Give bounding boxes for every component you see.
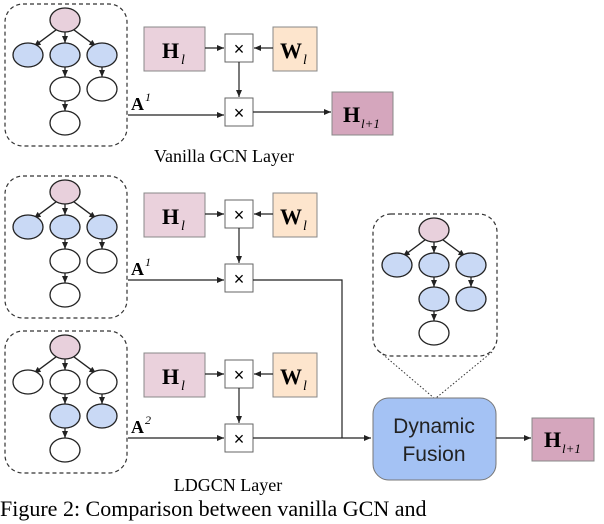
graph-edge bbox=[70, 199, 97, 219]
vanilla-out-label: H bbox=[343, 102, 360, 127]
ldgcn1-w-sub: l bbox=[303, 219, 307, 234]
ldgcn2-h-label: H bbox=[162, 364, 179, 389]
graph-edge bbox=[70, 27, 97, 47]
graph-node bbox=[86, 369, 118, 395]
ldgcn-caption: LDGCN Layer bbox=[174, 475, 282, 495]
vanilla-h-label: H bbox=[162, 38, 179, 63]
ldgcn1-w-label: W bbox=[280, 204, 302, 229]
ldgcn2-mult-1-symbol: × bbox=[234, 365, 245, 385]
ldgcn1-h-sub: l bbox=[181, 219, 185, 234]
diagram-canvas: H l W l × × A 1 H l+1 Vanilla GCN Layer … bbox=[4, 3, 595, 495]
graph-node bbox=[86, 42, 118, 68]
ldgcn1-mult-2-symbol: × bbox=[234, 269, 245, 289]
graph-node bbox=[86, 76, 118, 102]
graph-edge bbox=[33, 27, 60, 47]
graph-node bbox=[12, 369, 44, 395]
vanilla-h-sub: l bbox=[181, 53, 185, 68]
vanilla-w-sub: l bbox=[303, 53, 307, 68]
fused-graph bbox=[381, 217, 487, 346]
dynamic-fusion-box bbox=[372, 397, 497, 481]
graph-node bbox=[418, 320, 450, 346]
graph-node bbox=[49, 437, 81, 463]
fusion-label-line2: Fusion bbox=[402, 443, 465, 466]
graph-node bbox=[49, 214, 81, 240]
graph-root-node bbox=[49, 7, 81, 33]
graph-edge bbox=[70, 354, 97, 374]
ldgcn2-adj-label: A bbox=[131, 417, 144, 437]
ldgcn-out-label: H bbox=[544, 427, 561, 452]
graph-root-node bbox=[418, 217, 450, 243]
ldgcn-graph1 bbox=[12, 179, 118, 308]
graph-root-node bbox=[49, 334, 81, 360]
graph-node bbox=[49, 369, 81, 395]
ldgcn2-w-label: W bbox=[280, 364, 302, 389]
graph-node bbox=[49, 42, 81, 68]
graph-node bbox=[49, 403, 81, 429]
ldgcn1-h-label: H bbox=[162, 204, 179, 229]
graph-node bbox=[455, 252, 487, 278]
zoom-line-left bbox=[379, 351, 435, 399]
vanilla-caption: Vanilla GCN Layer bbox=[154, 146, 294, 166]
graph-node bbox=[381, 252, 413, 278]
graph-node bbox=[49, 110, 81, 136]
graph-edge bbox=[33, 199, 60, 219]
ldgcn2-mult-2-symbol: × bbox=[234, 429, 245, 449]
zoom-line-right bbox=[435, 351, 493, 399]
ldgcn-graph2 bbox=[12, 334, 118, 463]
graph-node bbox=[12, 42, 44, 68]
graph-node bbox=[418, 286, 450, 312]
graph-edge bbox=[402, 237, 429, 257]
graph-node bbox=[49, 248, 81, 274]
vanilla-graph bbox=[12, 7, 118, 136]
ldgcn2-h-sub: l bbox=[181, 379, 185, 394]
ldgcn1-adj-label: A bbox=[131, 259, 144, 279]
vanilla-adj-label: A bbox=[131, 94, 144, 114]
graph-node bbox=[12, 214, 44, 240]
vanilla-w-label: W bbox=[280, 38, 302, 63]
graph-node bbox=[418, 252, 450, 278]
graph-node bbox=[86, 214, 118, 240]
vanilla-mult-1-symbol: × bbox=[234, 39, 245, 59]
vanilla-mult-2-symbol: × bbox=[234, 103, 245, 123]
vanilla-gcn-layer: H l W l × × A 1 H l+1 Vanilla GCN Layer bbox=[4, 3, 394, 166]
ldgcn-branch-2: H l W l × × A 2 LDGCN Layer bbox=[4, 330, 371, 495]
ldgcn1-mult-1-symbol: × bbox=[234, 205, 245, 225]
ldgcn1-adj-sup: 1 bbox=[145, 255, 151, 269]
ldgcn-branch-1: H l W l × × A 1 bbox=[4, 175, 343, 438]
graph-node bbox=[49, 282, 81, 308]
dynamic-fusion-group: Dynamic Fusion H l+1 bbox=[372, 213, 595, 481]
fusion-label-line1: Dynamic bbox=[393, 415, 475, 438]
vanilla-out-sub: l+1 bbox=[361, 116, 380, 131]
figure-caption: Figure 2: Comparison between vanilla GCN… bbox=[0, 496, 427, 521]
graph-root-node bbox=[49, 179, 81, 205]
graph-node bbox=[49, 76, 81, 102]
ldgcn2-w-sub: l bbox=[303, 379, 307, 394]
ldgcn-out-sub: l+1 bbox=[562, 441, 581, 456]
graph-node bbox=[86, 248, 118, 274]
vanilla-adj-sup: 1 bbox=[145, 90, 151, 104]
graph-edge bbox=[33, 354, 60, 374]
graph-node bbox=[455, 286, 487, 312]
graph-edge bbox=[439, 237, 466, 257]
graph-node bbox=[86, 403, 118, 429]
ldgcn2-adj-sup: 2 bbox=[145, 413, 151, 427]
